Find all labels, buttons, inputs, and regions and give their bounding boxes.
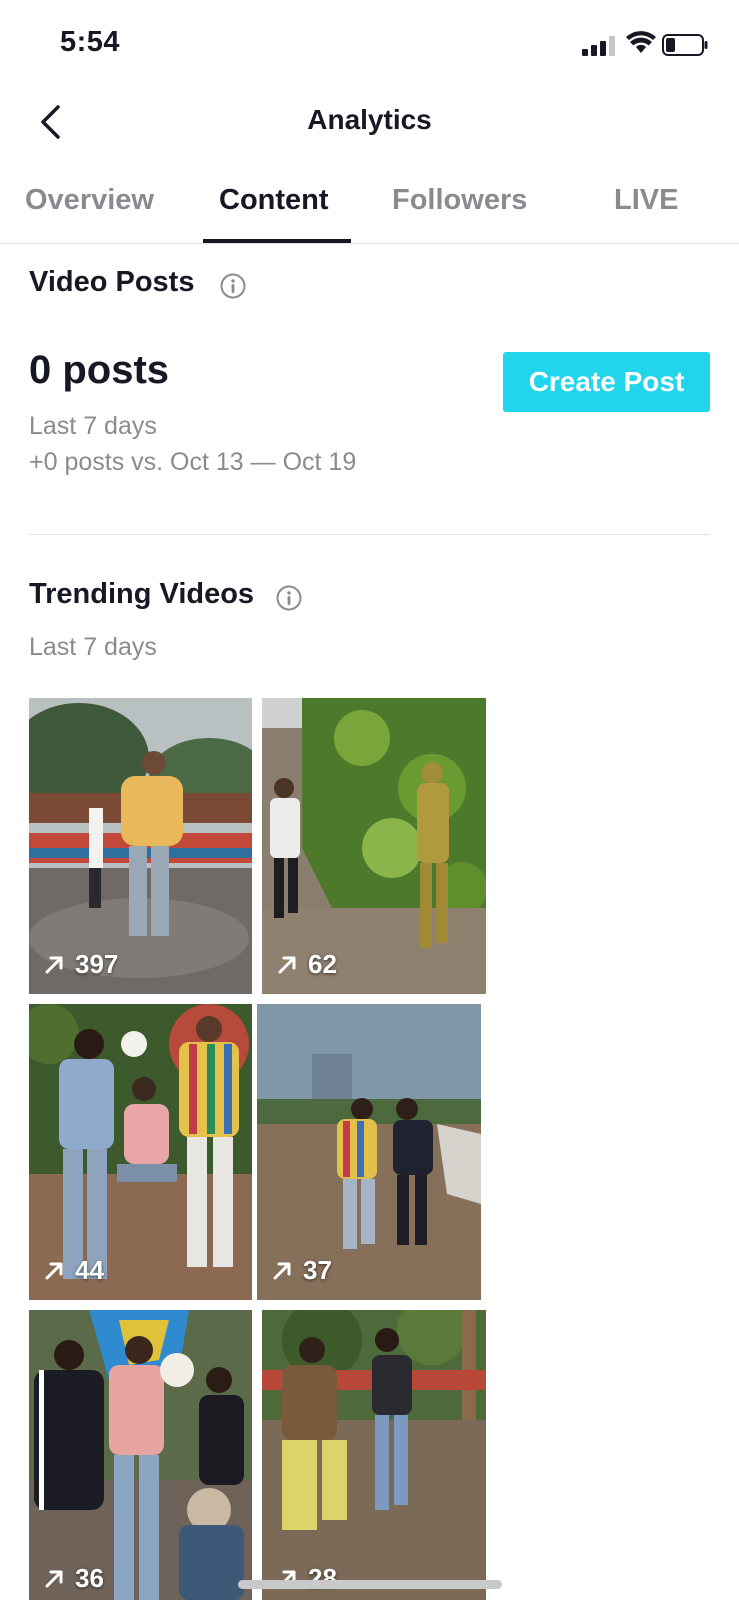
battery-icon: [662, 34, 708, 56]
wifi-icon: [626, 31, 656, 53]
video-view-count: 36: [43, 1563, 104, 1594]
status-time: 5:54: [60, 26, 121, 58]
info-icon[interactable]: [220, 273, 246, 299]
trending-video-thumbnail[interactable]: 28: [262, 1310, 486, 1600]
tab-content[interactable]: Content: [219, 184, 329, 217]
info-icon[interactable]: [276, 585, 302, 611]
video-thumbnail-image: [262, 1310, 486, 1600]
trending-video-thumbnail[interactable]: 36: [29, 1310, 252, 1600]
trending-video-thumbnail[interactable]: 44: [29, 1004, 252, 1300]
create-post-button[interactable]: Create Post: [503, 352, 710, 412]
tab-overview[interactable]: Overview: [25, 184, 154, 217]
trending-video-thumbnail[interactable]: 397: [29, 698, 252, 994]
tab-live[interactable]: LIVE: [614, 184, 678, 217]
home-indicator[interactable]: [238, 1580, 502, 1589]
trending-arrow-icon: [273, 1262, 291, 1279]
trending-arrow-icon: [278, 956, 296, 973]
tab-bar: Overview Content Followers LIVE: [0, 170, 739, 244]
video-posts-title: Video Posts: [29, 266, 195, 298]
video-view-count: 62: [276, 949, 337, 980]
trending-video-thumbnail[interactable]: 62: [262, 698, 486, 994]
posts-count: 0 posts: [29, 348, 170, 392]
trending-arrow-icon: [45, 1570, 63, 1587]
video-view-count: 28: [276, 1563, 337, 1594]
video-view-count: 397: [43, 949, 118, 980]
tab-followers[interactable]: Followers: [392, 184, 527, 217]
status-bar: 5:54: [0, 0, 739, 90]
nav-bar: Analytics: [0, 90, 739, 152]
active-tab-indicator: [203, 239, 351, 243]
video-thumbnail-image: [29, 1310, 252, 1600]
trending-arrow-icon: [45, 1262, 63, 1279]
posts-period: Last 7 days: [29, 412, 157, 440]
trending-video-thumbnail[interactable]: 37: [257, 1004, 481, 1300]
video-view-count: 44: [43, 1255, 104, 1286]
posts-comparison: +0 posts vs. Oct 13 — Oct 19: [29, 448, 357, 476]
trending-videos-title: Trending Videos: [29, 578, 255, 610]
video-view-count: 37: [271, 1255, 332, 1286]
page-title: Analytics: [307, 104, 432, 135]
trending-arrow-icon: [45, 956, 63, 973]
trending-period: Last 7 days: [29, 633, 157, 661]
section-divider: [29, 534, 710, 535]
cellular-signal-icon: [582, 36, 615, 56]
